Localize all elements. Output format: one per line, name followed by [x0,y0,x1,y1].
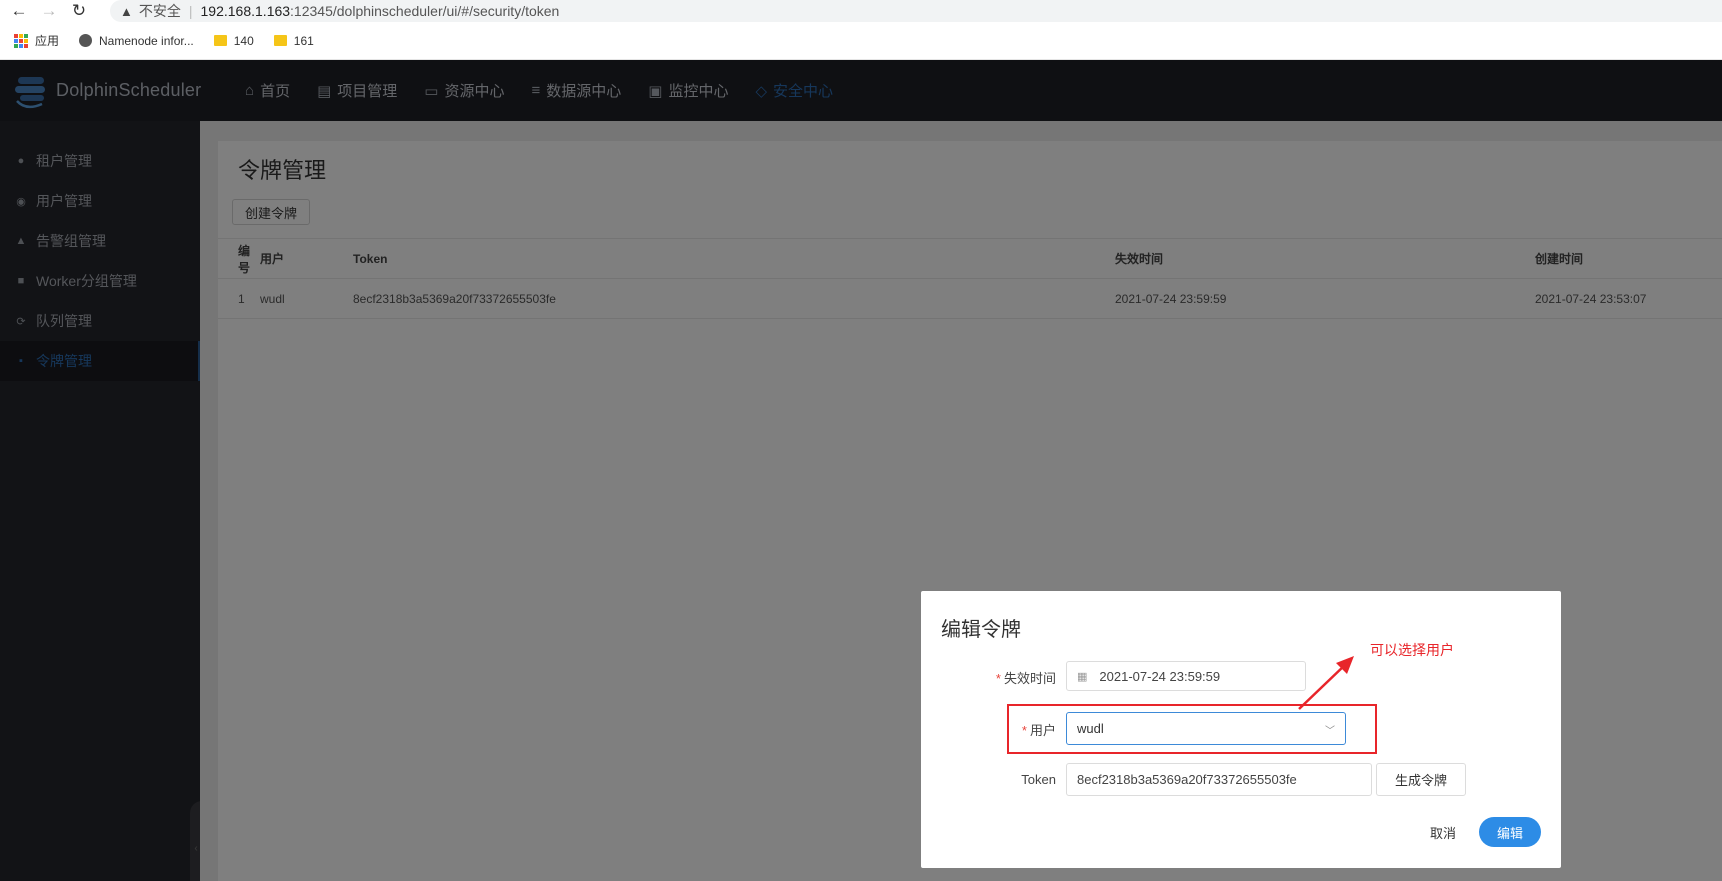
bookmark-label: Namenode infor... [99,33,194,48]
cancel-button[interactable]: 取消 [1421,817,1465,847]
apps-grid-icon [14,33,28,48]
bookmark-namenode[interactable]: Namenode infor... [79,34,194,48]
globe-icon [79,34,93,47]
security-warning: 不安全 [138,3,181,19]
expire-time-picker[interactable]: ▦ 2021-07-24 23:59:59 [1066,661,1306,691]
bookmark-161[interactable]: 161 [273,33,314,48]
reload-icon[interactable]: ↻ [68,0,90,22]
calendar-icon: ▦ [1077,670,1088,683]
token-value: 8ecf2318b3a5369a20f73372655503fe [1077,772,1297,787]
generate-token-button[interactable]: 生成令牌 [1376,763,1466,796]
url-host: 192.168.1.163 [200,3,291,19]
bookmark-apps[interactable]: 应用 [14,32,59,49]
bookmark-140[interactable]: 140 [213,33,254,48]
expire-time-label: * 失效时间 [956,668,1056,687]
address-bar[interactable]: ▲ 不安全 | 192.168.1.163:12345/dolphinsched… [110,0,1722,22]
warning-icon: ▲ [120,3,133,19]
annotation-arrow-icon [1298,656,1354,710]
url-path: :12345/dolphinscheduler/ui/#/security/to… [290,3,560,19]
required-mark: * [995,671,1001,686]
bookmark-label: 140 [233,33,254,48]
browser-toolbar: ← → ↻ ▲ 不安全 | 192.168.1.163:12345/dolphi… [0,0,1722,22]
expire-time-value: 2021-07-24 23:59:59 [1099,668,1221,684]
token-field[interactable]: 8ecf2318b3a5369a20f73372655503fe [1066,763,1372,796]
folder-icon [213,35,227,46]
forward-icon[interactable]: → [38,0,60,22]
token-label: Token [1021,772,1056,787]
back-icon[interactable]: ← [8,0,30,22]
bookmarks-bar: 应用 Namenode infor... 140 161 [0,22,1722,60]
folder-icon [273,35,287,46]
bookmark-label: 应用 [35,34,60,48]
bookmark-label: 161 [293,33,314,48]
expire-label-text: 失效时间 [1003,671,1056,686]
dialog-title: 编辑令牌 [941,619,1021,641]
annotation-text: 可以选择用户 [1370,642,1454,658]
edit-submit-button[interactable]: 编辑 [1479,817,1541,847]
address-divider: | [188,3,193,19]
